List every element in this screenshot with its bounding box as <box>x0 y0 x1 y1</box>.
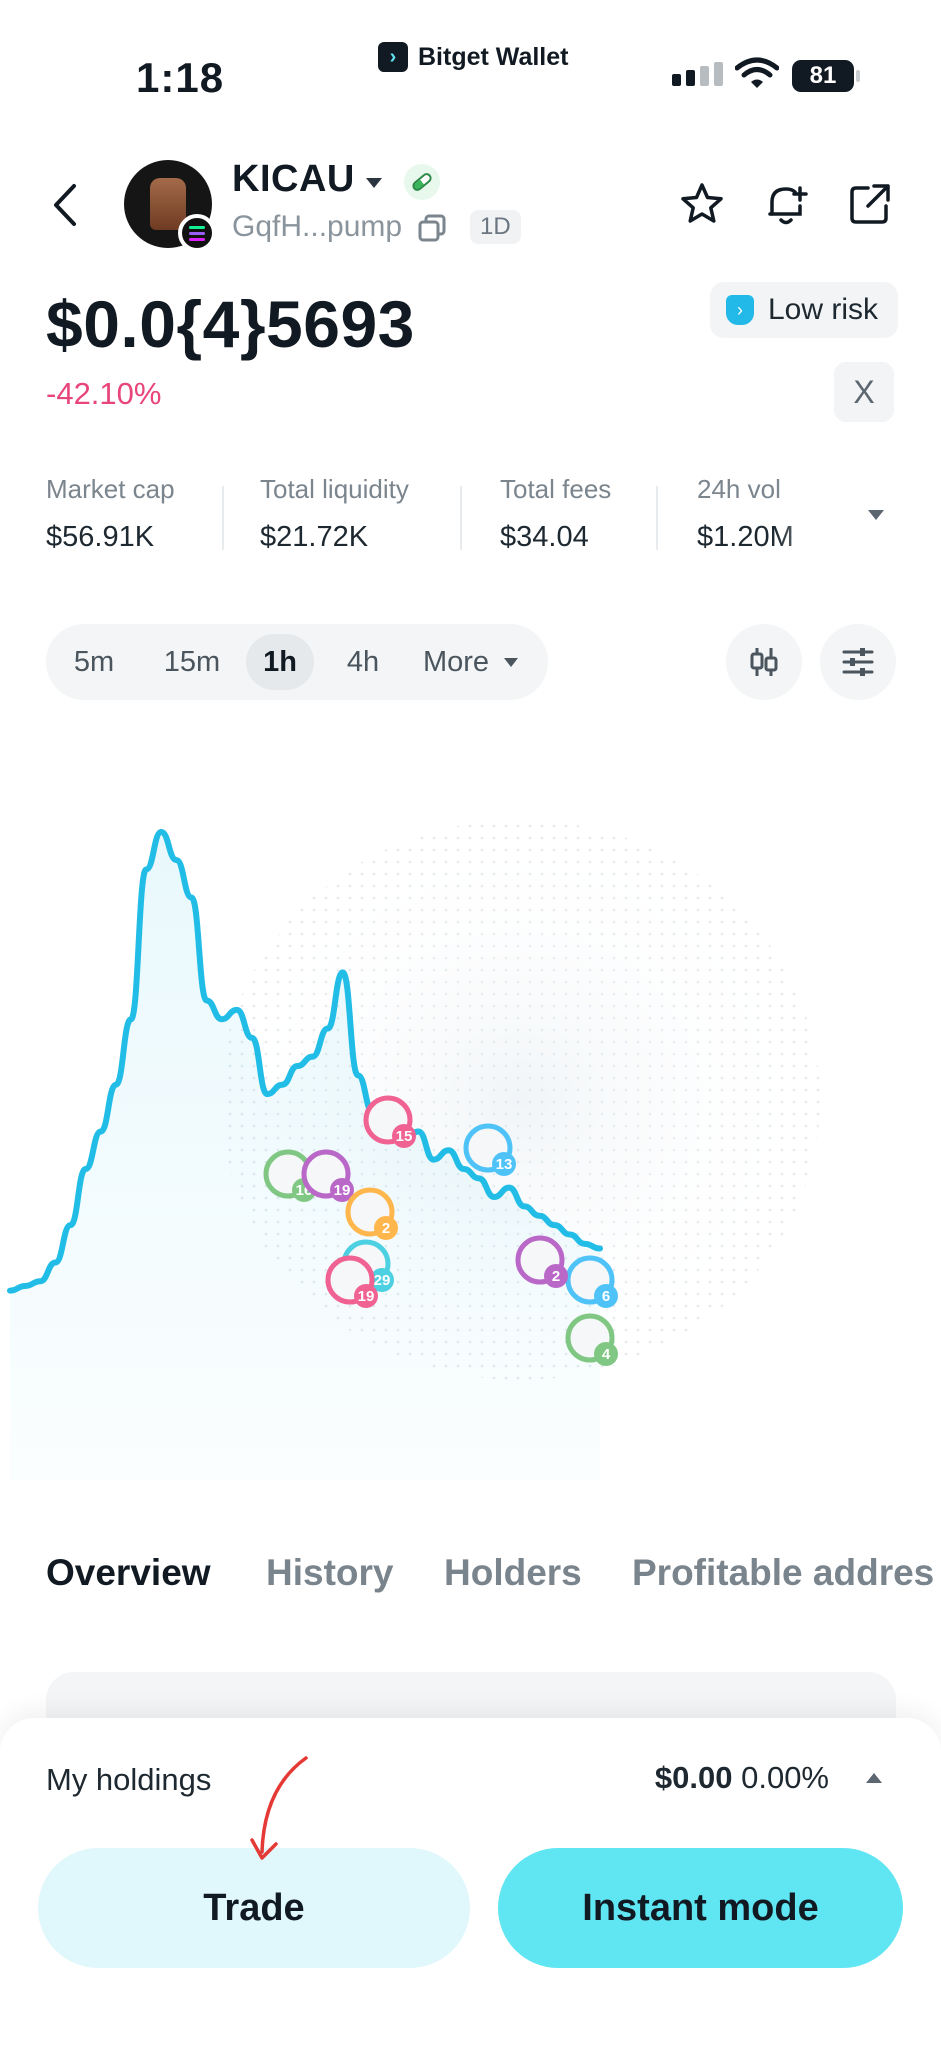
tab-holders[interactable]: Holders <box>444 1552 582 1594</box>
candlestick-icon <box>750 648 778 676</box>
sliders-icon <box>842 648 874 676</box>
timeframe-selector: 5m 15m 1h 4h More <box>46 624 548 700</box>
pill-icon[interactable] <box>404 164 440 200</box>
holdings-value[interactable]: $0.00 0.00% <box>655 1760 829 1796</box>
token-switch-caret-icon[interactable] <box>366 178 382 188</box>
holdings-label: My holdings <box>46 1762 212 1797</box>
app-name: Bitget Wallet <box>418 42 569 71</box>
token-avatar <box>124 160 216 252</box>
trader-badge-count: 19 <box>358 1288 375 1305</box>
tf-more-caret-icon <box>504 658 518 667</box>
holdings-expand-caret-icon[interactable] <box>866 1773 882 1783</box>
cellular-signal-icon <box>672 62 723 86</box>
tf-15m[interactable]: 15m <box>146 634 238 690</box>
candlestick-toggle-button[interactable] <box>726 624 802 700</box>
shield-icon: › <box>726 295 754 325</box>
wifi-icon <box>735 57 779 88</box>
token-address: GqfH...pump <box>232 210 403 243</box>
x-social-button[interactable]: X <box>834 362 894 422</box>
stat-market-cap: Market cap $56.91K <box>46 474 175 553</box>
annotation-arrow <box>250 1756 308 1860</box>
tf-4h[interactable]: 4h <box>328 634 398 690</box>
bottom-trade-sheet: My holdings $0.00 0.00% Trade Instant mo… <box>0 1718 941 2048</box>
tf-5m[interactable]: 5m <box>58 634 130 690</box>
status-time: 1:18 <box>136 54 225 101</box>
risk-badge[interactable]: › Low risk <box>710 282 899 338</box>
token-price: $0.0{4}5693 <box>46 287 415 361</box>
copy-icon[interactable] <box>416 212 448 244</box>
price-chart[interactable]: 151316 1922919 642 <box>0 740 941 1480</box>
chart-settings-button[interactable] <box>820 624 896 700</box>
add-alert-bell-icon[interactable] <box>762 180 810 228</box>
stat-total-liquidity: Total liquidity $21.72K <box>260 474 409 553</box>
detail-tabs: Overview History Holders Profitable addr… <box>0 1552 941 1612</box>
trader-badge-count: 6 <box>602 1288 610 1305</box>
trader-badge-count: 4 <box>602 1346 611 1363</box>
tab-history[interactable]: History <box>266 1552 393 1594</box>
trader-badge-count: 2 <box>552 1268 560 1285</box>
app-label: › Bitget Wallet <box>378 42 568 72</box>
token-stats: Market cap $56.91K Total liquidity $21.72K… <box>46 474 896 564</box>
price-change: -42.10% <box>46 376 162 411</box>
tab-profitable-addresses[interactable]: Profitable addres <box>632 1552 934 1594</box>
stats-expand-caret-icon[interactable] <box>868 510 884 520</box>
status-bar: 1:18 › Bitget Wallet 81 <box>0 0 941 130</box>
instant-mode-button[interactable]: Instant mode <box>498 1848 903 1968</box>
solana-chain-icon <box>178 214 216 252</box>
trader-badge-count: 13 <box>496 1156 513 1173</box>
token-age-badge: 1D <box>470 210 521 244</box>
trader-badge-count: 29 <box>374 1272 391 1289</box>
bitget-logo-icon: › <box>378 42 408 72</box>
back-icon[interactable] <box>46 180 86 230</box>
risk-label: Low risk <box>768 293 879 326</box>
token-name[interactable]: KICAU <box>232 158 355 201</box>
trader-badge-count: 19 <box>334 1182 351 1199</box>
tf-1h[interactable]: 1h <box>246 634 314 690</box>
tab-overview[interactable]: Overview <box>46 1552 211 1594</box>
trader-badge-count: 15 <box>396 1128 413 1145</box>
stat-total-fees: Total fees $34.04 <box>500 474 612 553</box>
trader-badge-count: 2 <box>382 1220 390 1237</box>
star-icon[interactable] <box>678 180 726 228</box>
token-header: KICAU GqfH...pump 1D <box>0 150 941 260</box>
x-logo-icon: X <box>853 373 875 410</box>
battery-indicator: 81 <box>792 60 860 92</box>
tf-more[interactable]: More <box>412 634 500 690</box>
share-icon[interactable] <box>846 180 894 228</box>
